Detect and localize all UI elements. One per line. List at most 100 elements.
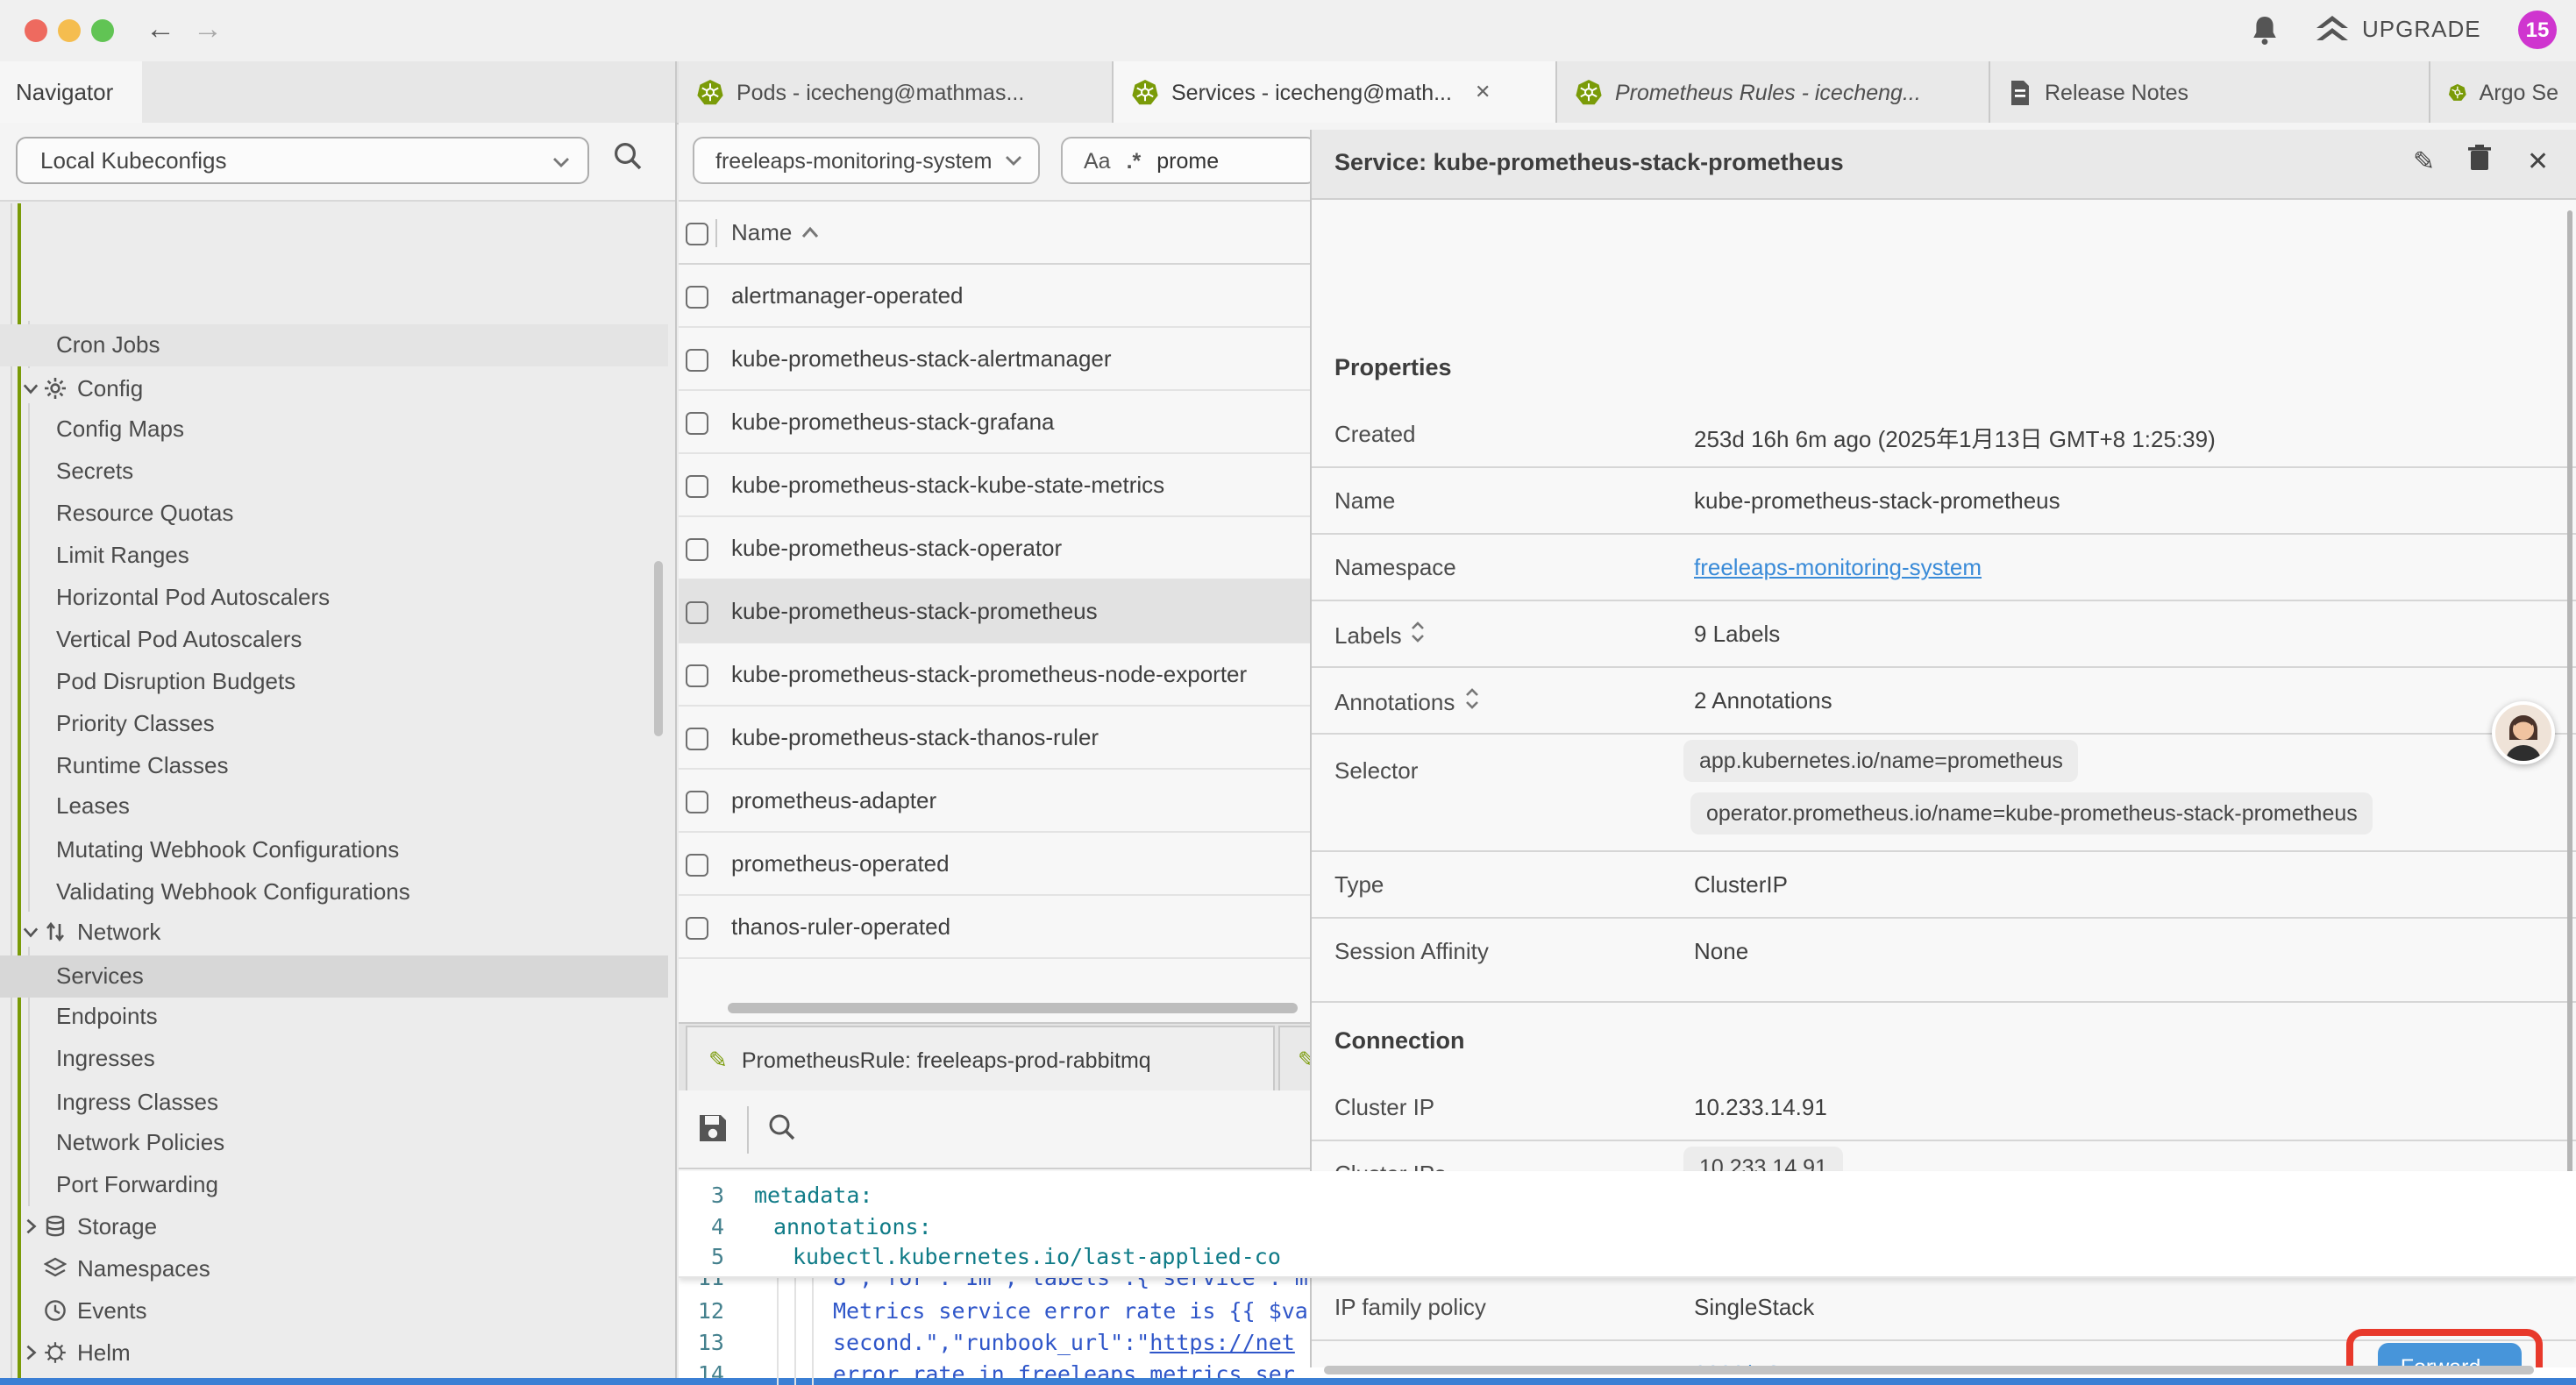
tab-close-icon[interactable]: ✕ — [1475, 81, 1491, 103]
search-icon[interactable] — [612, 140, 644, 172]
sidebar-item-vertical-pod-autoscalers[interactable]: Vertical Pod Autoscalers — [0, 619, 668, 661]
tab-navigator[interactable]: Navigator — [0, 61, 142, 123]
row-checkbox[interactable] — [686, 601, 708, 624]
sidebar-item-helm[interactable]: Helm — [0, 1332, 668, 1374]
notification-count-badge[interactable]: 15 — [2518, 11, 2557, 49]
filter-input[interactable]: Aa .* prome — [1061, 137, 1317, 184]
sidebar-item-limit-ranges[interactable]: Limit Ranges — [0, 535, 668, 577]
sidebar-item-ingresses[interactable]: Ingresses — [0, 1038, 668, 1080]
row-checkbox[interactable] — [686, 791, 708, 813]
details-vertical-scrollbar[interactable] — [2567, 210, 2572, 1192]
sidebar-item-network[interactable]: Network — [0, 912, 668, 954]
expand-updown-icon[interactable] — [1463, 687, 1479, 710]
sidebar-item-label: Horizontal Pod Autoscalers — [56, 584, 330, 610]
sidebar-item-mutating-webhook-configurations[interactable]: Mutating Webhook Configurations — [0, 829, 668, 871]
row-checkbox[interactable] — [686, 664, 708, 687]
sidebar-item-pod-disruption-budgets[interactable]: Pod Disruption Budgets — [0, 661, 668, 703]
runbook-url-link[interactable]: https://net — [1149, 1329, 1295, 1355]
row-checkbox[interactable] — [686, 538, 708, 561]
tab-release-notes[interactable]: Release Notes — [1990, 61, 2430, 123]
chevron-right-icon[interactable] — [23, 1345, 39, 1360]
row-checkbox[interactable] — [686, 475, 708, 498]
details-horizontal-scrollbar[interactable] — [1324, 1366, 2534, 1374]
sidebar-item-priority-classes[interactable]: Priority Classes — [0, 703, 668, 745]
notifications-bell-icon[interactable] — [2250, 14, 2280, 47]
row-checkbox[interactable] — [686, 286, 708, 309]
sidebar-scrollbar[interactable] — [654, 561, 663, 736]
sidebar-item-port-forwarding[interactable]: Port Forwarding — [0, 1164, 668, 1206]
select-all-checkbox[interactable] — [686, 223, 708, 245]
annotations-label: Annotations — [1334, 687, 1479, 715]
sidebar-item-ingress-classes[interactable]: Ingress Classes — [0, 1082, 668, 1124]
namespace-link[interactable]: freeleaps-monitoring-system — [1694, 554, 1982, 580]
sidebar-item-label: Network Policies — [56, 1129, 224, 1155]
list-horizontal-scrollbar[interactable] — [728, 1003, 1298, 1013]
back-arrow-icon[interactable]: ← — [146, 11, 175, 49]
selector-label: Selector — [1334, 757, 1418, 784]
tab-services[interactable]: Services - icecheng@math... ✕ — [1114, 61, 1557, 123]
sidebar-item-validating-webhook-configurations[interactable]: Validating Webhook Configurations — [0, 871, 668, 913]
sidebar-item-config[interactable]: Config — [0, 368, 668, 410]
maximize-window-button[interactable] — [91, 19, 114, 42]
row-checkbox[interactable] — [686, 349, 708, 372]
sidebar-item-label: Events — [77, 1297, 147, 1324]
chevron-down-icon[interactable] — [23, 924, 39, 940]
selector-chip: operator.prometheus.io/name=kube-prometh… — [1690, 792, 2373, 835]
save-icon[interactable] — [696, 1112, 729, 1145]
tab-argo[interactable]: Argo Se — [2430, 61, 2576, 123]
editor-search-icon[interactable] — [766, 1112, 798, 1143]
sidebar-item-label: Ingress Classes — [56, 1089, 218, 1115]
sidebar-item-resource-quotas[interactable]: Resource Quotas — [0, 493, 668, 535]
upgrade-icon[interactable] — [2315, 14, 2350, 47]
row-name: kube-prometheus-stack-prometheus — [731, 598, 1098, 624]
indent-guide — [794, 1276, 796, 1385]
edit-pencil-icon[interactable]: ✎ — [2413, 146, 2435, 177]
sidebar-item-endpoints[interactable]: Endpoints — [0, 996, 668, 1038]
column-header-name[interactable]: Name — [731, 219, 792, 245]
row-checkbox[interactable] — [686, 917, 708, 940]
name-label: Name — [1334, 487, 1395, 514]
tab-prometheus-rules[interactable]: Prometheus Rules - icecheng... — [1557, 61, 1990, 123]
kubeconfig-selector[interactable]: Local Kubeconfigs — [16, 137, 589, 184]
namespace-dropdown[interactable]: freeleaps-monitoring-system — [693, 137, 1040, 184]
delete-trash-icon[interactable] — [2467, 144, 2492, 172]
row-checkbox[interactable] — [686, 854, 708, 877]
expand-updown-icon[interactable] — [1411, 621, 1427, 643]
annotations-value: 2 Annotations — [1694, 687, 1832, 714]
row-checkbox[interactable] — [686, 728, 708, 750]
row-separator — [1312, 1001, 2576, 1003]
sidebar-item-events[interactable]: Events — [0, 1290, 668, 1332]
indent-guide — [777, 1276, 779, 1385]
sidebar-item-secrets[interactable]: Secrets — [0, 451, 668, 493]
sidebar-item-network-policies[interactable]: Network Policies — [0, 1122, 668, 1164]
match-case-icon[interactable]: Aa — [1084, 148, 1111, 173]
sidebar-item-services[interactable]: Services — [0, 955, 668, 998]
sidebar-item-config-maps[interactable]: Config Maps — [0, 408, 668, 451]
tab-pods[interactable]: Pods - icecheng@mathmas... — [679, 61, 1114, 123]
close-icon[interactable]: ✕ — [2527, 146, 2549, 177]
sidebar-item-label: Leases — [56, 792, 130, 819]
sidebar-item-label: Services — [56, 962, 144, 989]
sidebar-item-namespaces[interactable]: Namespaces — [0, 1248, 668, 1290]
minimize-window-button[interactable] — [58, 19, 81, 42]
upgrade-label[interactable]: UPGRADE — [2362, 16, 2481, 42]
sidebar-item-storage[interactable]: Storage — [0, 1206, 668, 1248]
toolbar-divider — [747, 1106, 749, 1154]
sidebar-item-cron-jobs[interactable]: Cron Jobs — [0, 324, 668, 366]
forward-arrow-icon[interactable]: → — [193, 11, 223, 49]
session-affinity-label: Session Affinity — [1334, 938, 1489, 964]
clock-icon — [44, 1299, 67, 1322]
kubeconfig-selector-value: Local Kubeconfigs — [40, 147, 227, 174]
close-window-button[interactable] — [25, 19, 47, 42]
regex-icon[interactable]: .* — [1127, 148, 1142, 173]
sidebar-item-leases[interactable]: Leases — [0, 785, 668, 827]
sort-ascending-icon[interactable] — [801, 226, 819, 240]
chevron-right-icon[interactable] — [23, 1218, 39, 1234]
sidebar-item-horizontal-pod-autoscalers[interactable]: Horizontal Pod Autoscalers — [0, 577, 668, 619]
row-separator — [1312, 600, 2576, 601]
user-avatar[interactable] — [2492, 701, 2555, 764]
sidebar-item-runtime-classes[interactable]: Runtime Classes — [0, 745, 668, 787]
editor-tab-prometheusrule[interactable]: ✎ PrometheusRule: freeleaps-prod-rabbitm… — [686, 1026, 1275, 1092]
row-checkbox[interactable] — [686, 412, 708, 435]
chevron-down-icon[interactable] — [23, 380, 39, 396]
